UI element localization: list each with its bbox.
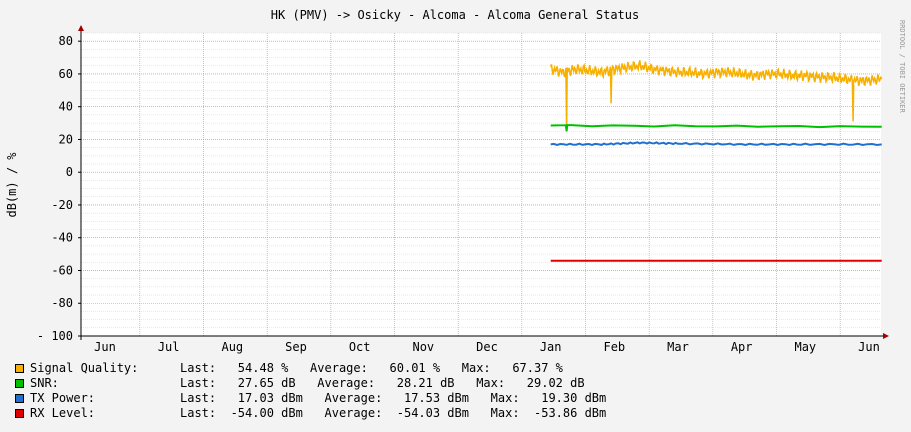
x-tick-label: Jun bbox=[858, 340, 880, 354]
x-tick-label: May bbox=[794, 340, 816, 354]
y-tick-label: 80 bbox=[59, 34, 73, 48]
plot-area bbox=[81, 33, 881, 336]
x-tick-label: Jul bbox=[158, 340, 180, 354]
legend-swatch-signal-quality bbox=[15, 364, 24, 373]
legend-stats: Last: 54.48 % Average: 60.01 % Max: 67.3… bbox=[180, 361, 563, 375]
x-tick-label: Jan bbox=[540, 340, 562, 354]
y-tick-label: -20 bbox=[51, 198, 73, 212]
x-tick-label: Dec bbox=[476, 340, 498, 354]
legend-row-snr: SNR: Last: 27.65 dB Average: 28.21 dB Ma… bbox=[15, 376, 606, 391]
y-tick-label: 20 bbox=[59, 132, 73, 146]
y-tick-label: -40 bbox=[51, 231, 73, 245]
legend-row-signal-quality: Signal Quality: Last: 54.48 % Average: 6… bbox=[15, 361, 606, 376]
legend-row-tx-power: TX Power: Last: 17.03 dBm Average: 17.53… bbox=[15, 391, 606, 406]
y-tick-label: - 100 bbox=[37, 329, 73, 343]
x-tick-label: Feb bbox=[603, 340, 625, 354]
x-tick-label: Apr bbox=[731, 340, 753, 354]
chart-title: HK (PMV) -> Osicky - Alcoma - Alcoma Gen… bbox=[271, 8, 639, 22]
x-tick-label: Jun bbox=[94, 340, 116, 354]
y-tick-label: -80 bbox=[51, 296, 73, 310]
legend-name: Signal Quality: bbox=[30, 361, 139, 375]
legend-name: TX Power: bbox=[30, 391, 96, 405]
y-axis-label: dB(m) / % bbox=[5, 152, 19, 218]
legend-row-rx-level: RX Level: Last: -54.00 dBm Average: -54.… bbox=[15, 406, 606, 421]
legend-stats: Last: -54.00 dBm Average: -54.03 dBm Max… bbox=[180, 406, 607, 420]
legend: Signal Quality: Last: 54.48 % Average: 6… bbox=[15, 361, 606, 421]
y-tick-label: 40 bbox=[59, 100, 73, 114]
legend-name: SNR: bbox=[30, 376, 59, 390]
y-tick-label: 0 bbox=[66, 165, 73, 179]
watermark: RRDTOOL / TOBI OETIKER bbox=[898, 20, 906, 114]
legend-stats: Last: 27.65 dB Average: 28.21 dB Max: 29… bbox=[180, 376, 585, 390]
x-tick-label: Nov bbox=[412, 340, 434, 354]
x-tick-label: Aug bbox=[221, 340, 243, 354]
y-tick-label: -60 bbox=[51, 263, 73, 277]
x-tick-label: Oct bbox=[349, 340, 371, 354]
legend-swatch-tx-power bbox=[15, 394, 24, 403]
legend-name: RX Level: bbox=[30, 406, 96, 420]
legend-stats: Last: 17.03 dBm Average: 17.53 dBm Max: … bbox=[180, 391, 607, 405]
legend-swatch-rx-level bbox=[15, 409, 24, 418]
x-tick-label: Sep bbox=[285, 340, 307, 354]
legend-swatch-snr bbox=[15, 379, 24, 388]
y-tick-label: 60 bbox=[59, 67, 73, 81]
x-tick-label: Mar bbox=[667, 340, 689, 354]
